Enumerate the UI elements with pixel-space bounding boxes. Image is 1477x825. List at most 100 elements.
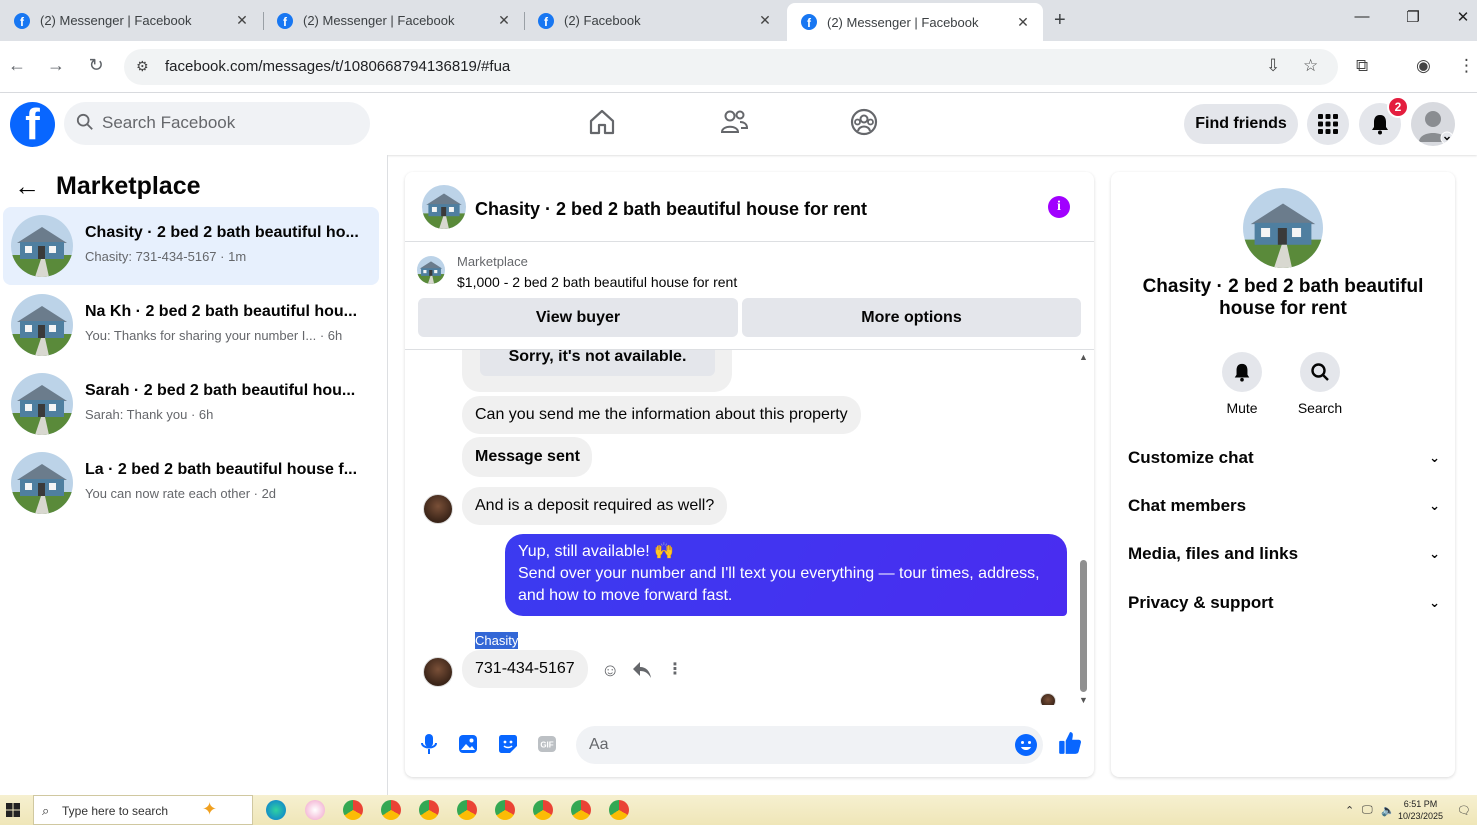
info-icon[interactable]: i [1048, 196, 1070, 218]
section-chat-members[interactable]: Chat members ⌄ [1128, 486, 1440, 526]
photo-icon[interactable] [456, 732, 480, 756]
minimize-icon[interactable]: — [1352, 8, 1372, 25]
chrome-icon[interactable] [609, 800, 629, 820]
view-buyer-button[interactable]: View buyer [418, 298, 738, 337]
search-in-chat-button[interactable]: Search [1290, 352, 1350, 416]
home-icon[interactable] [587, 107, 617, 137]
thumbs-up-icon[interactable] [1057, 730, 1083, 756]
conversation-item[interactable]: Sarah · 2 bed 2 bath beautiful hou... Sa… [3, 365, 379, 443]
browser-tab[interactable]: f (2) Facebook ✕ [524, 0, 785, 41]
notification-badge: 2 [1387, 96, 1409, 118]
chrome-icon[interactable] [381, 800, 401, 820]
search-icon: ⌕ [42, 803, 50, 818]
sticker-icon[interactable] [496, 732, 520, 756]
tab-search-icon[interactable]: ⧉ [1356, 56, 1368, 76]
volume-icon[interactable]: 🔈 [1381, 804, 1395, 817]
more-actions-icon[interactable]: ⋮ [667, 659, 683, 679]
browser-tab[interactable]: f (2) Messenger | Facebook ✕ [263, 0, 524, 41]
tray-chevron-icon[interactable]: ⌃ [1345, 804, 1354, 817]
facebook-search[interactable] [64, 102, 370, 145]
message-input-field[interactable] [576, 726, 1043, 764]
chrome-icon[interactable] [457, 800, 477, 820]
app-icon[interactable] [305, 800, 325, 820]
scroll-down-icon[interactable]: ▼ [1079, 695, 1088, 705]
network-icon[interactable]: 🖵 [1362, 804, 1373, 817]
react-emoji-icon[interactable]: ☺ [601, 660, 619, 681]
message-input[interactable] [589, 734, 1009, 756]
message-composer: GIF [405, 717, 1094, 772]
restore-icon[interactable]: ❐ [1403, 8, 1423, 26]
message-bubble: Message sent [462, 437, 592, 477]
gif-icon[interactable]: GIF [535, 732, 559, 756]
conversation-name: Sarah · 2 bed 2 bath beautiful hou... [85, 382, 356, 399]
chrome-icon[interactable] [495, 800, 515, 820]
listing-banner: Marketplace $1,000 - 2 bed 2 bath beauti… [405, 243, 1094, 350]
clock-date: 10/23/2025 [1398, 811, 1444, 821]
chat-info-panel: Chasity · 2 bed 2 bath beautiful house f… [1111, 172, 1455, 777]
more-options-button[interactable]: More options [742, 298, 1081, 337]
friends-icon[interactable] [719, 107, 749, 137]
listing-avatar-large[interactable] [1243, 188, 1323, 268]
emoji-icon[interactable] [1014, 733, 1038, 757]
scroll-up-icon[interactable]: ▲ [1079, 352, 1088, 362]
section-label: Media, files and links [1128, 544, 1299, 563]
tab-close-icon[interactable]: ✕ [1015, 14, 1031, 31]
listing-thumbnail[interactable] [417, 256, 445, 284]
find-friends-button[interactable]: Find friends [1184, 104, 1298, 144]
reload-icon[interactable]: ↻ [85, 55, 107, 76]
sender-avatar[interactable] [423, 494, 453, 524]
section-privacy-support[interactable]: Privacy & support ⌄ [1128, 583, 1440, 623]
browser-menu-icon[interactable]: ⋮ [1458, 56, 1475, 76]
chrome-icon[interactable] [343, 800, 363, 820]
profile-icon[interactable]: ◉ [1416, 56, 1431, 76]
windows-start-icon[interactable] [6, 803, 20, 817]
tab-close-icon[interactable]: ✕ [496, 12, 512, 29]
chat-avatar[interactable] [422, 185, 466, 229]
address-bar[interactable]: ⚙ facebook.com/messages/t/10806687941368… [124, 49, 1338, 85]
url-text[interactable]: facebook.com/messages/t/1080668794136819… [165, 58, 510, 75]
chat-title[interactable]: Chasity · 2 bed 2 bath beautiful house f… [475, 199, 867, 220]
install-app-icon[interactable]: ⇩ [1266, 56, 1280, 76]
conversation-item[interactable]: Chasity · 2 bed 2 bath beautiful ho... C… [3, 207, 379, 285]
groups-icon[interactable] [849, 107, 879, 137]
chrome-icon[interactable] [419, 800, 439, 820]
tab-close-icon[interactable]: ✕ [757, 12, 773, 29]
taskbar-clock[interactable]: 6:51 PM 10/23/2025 [1398, 798, 1443, 822]
forward-icon[interactable]: → [45, 55, 67, 76]
browser-tab[interactable]: f (2) Messenger | Facebook ✕ [0, 0, 262, 41]
edge-icon[interactable] [266, 800, 286, 820]
taskbar-search[interactable]: ⌕ Type here to search ✦ [33, 795, 253, 825]
account-avatar[interactable] [1411, 102, 1455, 146]
back-icon[interactable]: ← [6, 55, 28, 76]
conversation-item[interactable]: Na Kh · 2 bed 2 bath beautiful hou... Yo… [3, 286, 379, 364]
message-bubble: Can you send me the information about th… [462, 396, 861, 434]
message-list[interactable]: Sorry, it's not available. Can you send … [405, 350, 1094, 705]
notification-center-icon[interactable]: 🗨 [1457, 804, 1471, 817]
back-arrow-icon[interactable]: ← [14, 171, 40, 202]
site-settings-icon[interactable]: ⚙ [136, 58, 149, 75]
close-window-icon[interactable]: ✕ [1453, 8, 1473, 26]
grid-icon [1318, 114, 1338, 134]
section-media-files-links[interactable]: Media, files and links ⌄ [1128, 534, 1440, 574]
chat-scrollbar[interactable]: ▲ ▼ [1078, 350, 1088, 705]
chrome-icon[interactable] [533, 800, 553, 820]
section-label: Privacy & support [1128, 593, 1274, 612]
tab-close-icon[interactable]: ✕ [234, 12, 250, 29]
listing-price[interactable]: $1,000 - 2 bed 2 bath beautiful house fo… [457, 274, 737, 290]
menu-grid-button[interactable] [1307, 103, 1349, 145]
search-input[interactable] [102, 111, 352, 135]
conversation-item[interactable]: La · 2 bed 2 bath beautiful house f... Y… [3, 444, 379, 522]
microphone-icon[interactable] [417, 732, 441, 756]
browser-toolbar: ← → ↻ ⚙ facebook.com/messages/t/10806687… [0, 41, 1477, 93]
chrome-icon[interactable] [571, 800, 591, 820]
svg-text:GIF: GIF [540, 741, 553, 750]
section-customize-chat[interactable]: Customize chat ⌄ [1128, 438, 1440, 478]
sender-avatar[interactable] [423, 657, 453, 687]
mute-button[interactable]: Mute [1212, 352, 1272, 416]
new-tab-icon[interactable]: + [1054, 9, 1066, 32]
browser-tab-active[interactable]: f (2) Messenger | Facebook ✕ [787, 3, 1043, 41]
scroll-thumb[interactable] [1080, 560, 1087, 692]
reply-icon[interactable] [632, 661, 652, 679]
facebook-logo-icon[interactable]: f [10, 102, 55, 147]
bookmark-star-icon[interactable]: ☆ [1303, 56, 1318, 76]
